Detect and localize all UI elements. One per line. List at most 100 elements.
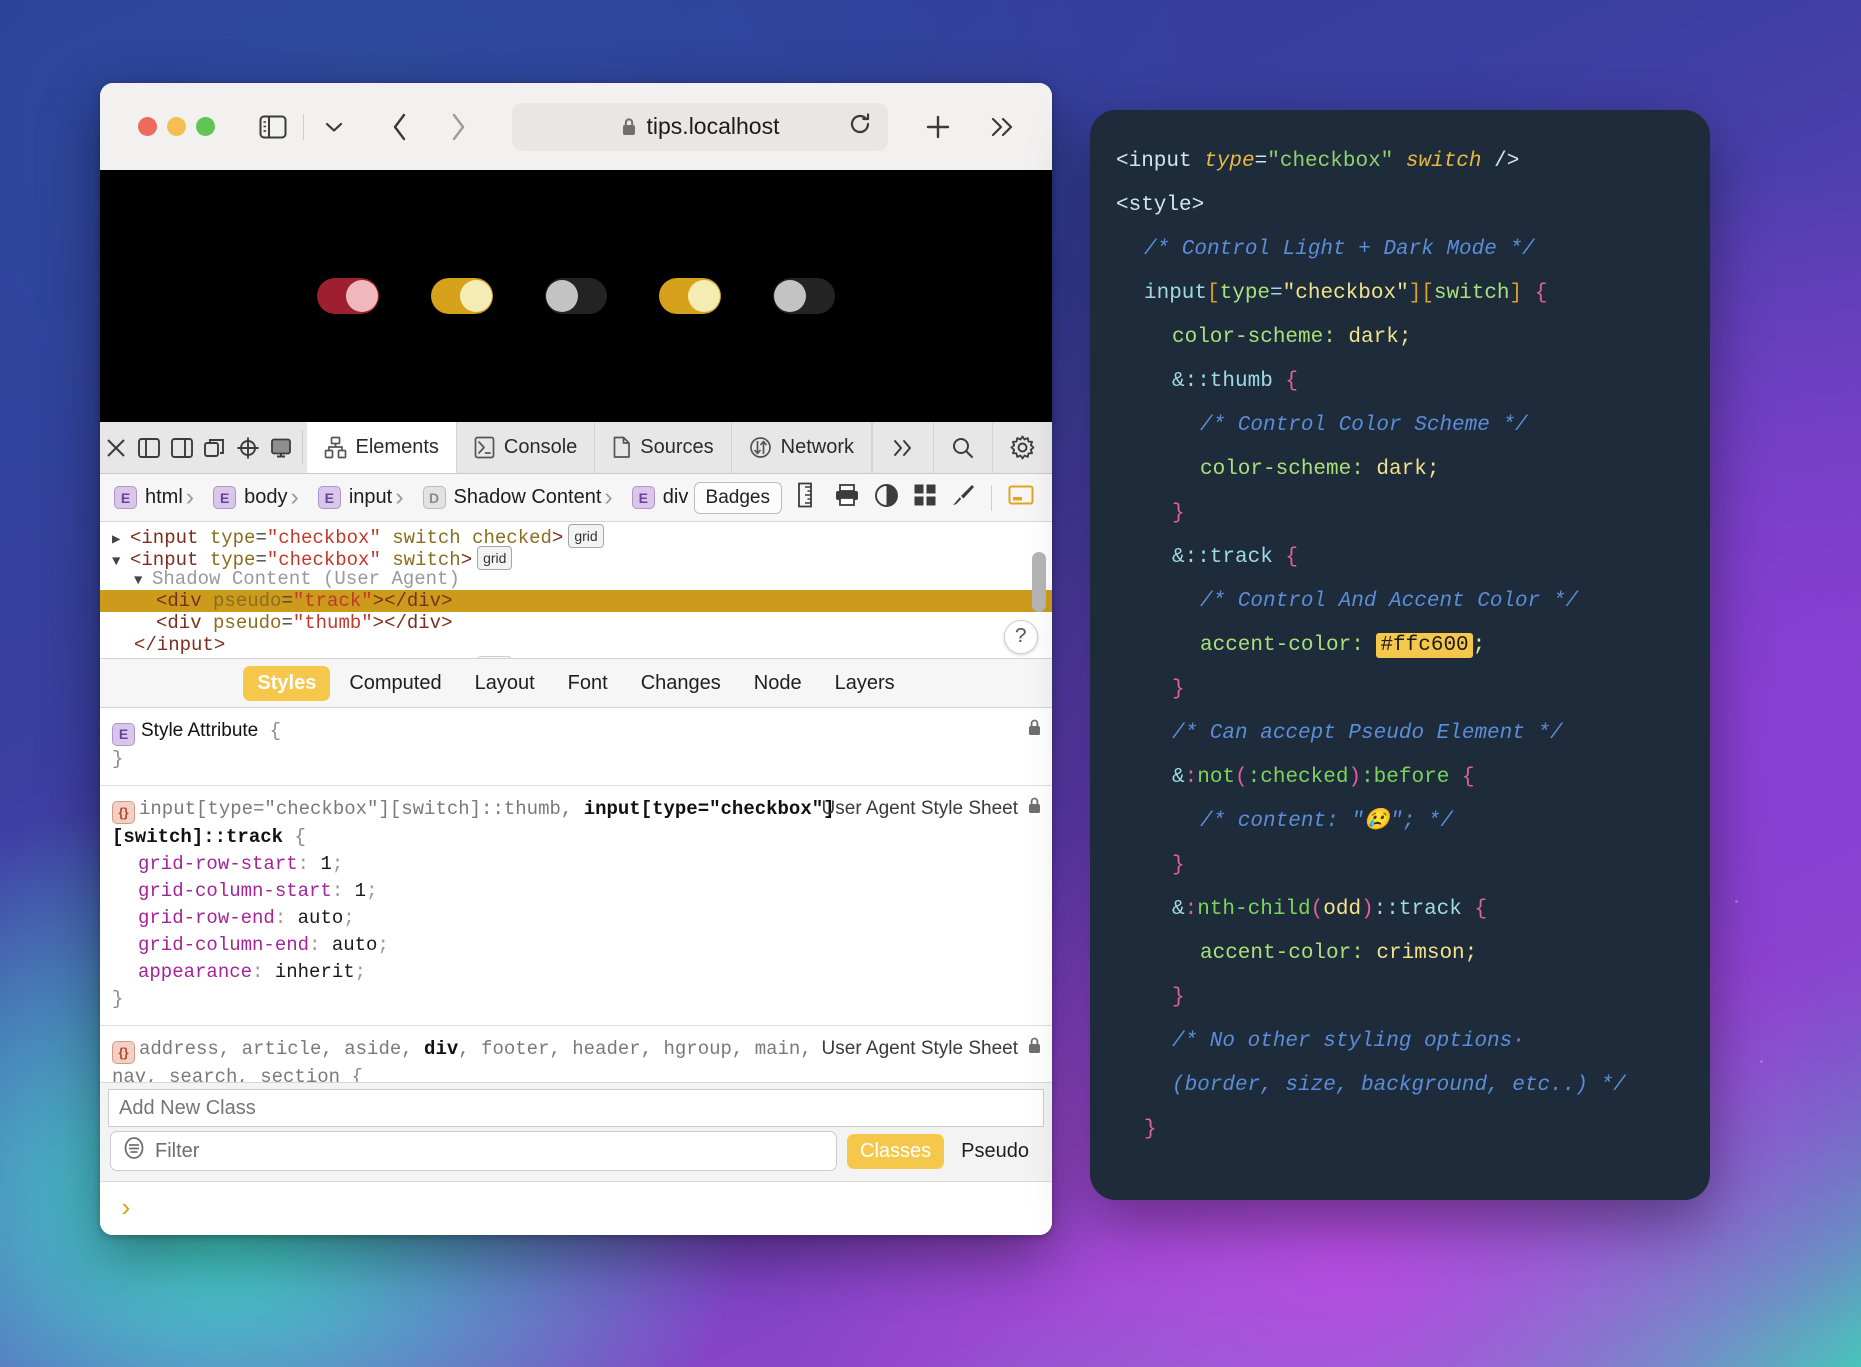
switch-4[interactable] xyxy=(659,278,721,314)
reload-icon[interactable] xyxy=(848,112,872,142)
switch-1[interactable] xyxy=(317,278,379,314)
minimize-window-button[interactable] xyxy=(167,117,186,136)
add-new-class-input[interactable] xyxy=(108,1089,1044,1127)
css-property[interactable]: grid-column-end xyxy=(138,934,309,956)
accent-color-value[interactable]: #ffc600 xyxy=(1376,633,1473,658)
dom-line-shadow[interactable]: ▼ Shadow Content (User Agent) xyxy=(100,568,1052,590)
css-property[interactable]: appearance xyxy=(138,961,252,983)
rule-user-agent-1[interactable]: {} input[type="checkbox"][switch]::thumb,… xyxy=(100,786,1052,1027)
zoom-window-button[interactable] xyxy=(196,117,215,136)
console-prompt-bar[interactable]: › xyxy=(100,1181,1052,1235)
css-property[interactable]: grid-row-end xyxy=(138,907,275,929)
dock-undock-icon[interactable] xyxy=(199,422,232,473)
code-line: <style> xyxy=(1116,194,1205,217)
rule-user-agent-2[interactable]: {} address, article, aside, div, footer, … xyxy=(100,1026,1052,1082)
code-line: } xyxy=(1172,986,1185,1009)
lock-icon xyxy=(621,117,637,137)
code-line: /* Control Light + Dark Mode */ xyxy=(1144,238,1535,261)
close-icon[interactable] xyxy=(100,422,133,473)
ruler-icon[interactable] xyxy=(796,482,820,513)
tab-console[interactable]: Console xyxy=(457,422,596,473)
breadcrumb-item-shadow-content[interactable]: D Shadow Content xyxy=(392,483,601,512)
switch-5[interactable] xyxy=(773,278,835,314)
tab-styles[interactable]: Styles xyxy=(243,665,331,701)
switch-2[interactable] xyxy=(431,278,493,314)
pill-pseudo[interactable]: Pseudo xyxy=(948,1134,1042,1169)
css-value[interactable]: auto xyxy=(298,907,344,929)
dom-line[interactable]: ▶<input type="checkbox" switch>grid xyxy=(100,656,1052,658)
navigation-buttons xyxy=(380,107,478,147)
filter-input[interactable]: Filter xyxy=(110,1131,838,1171)
contrast-icon[interactable] xyxy=(874,483,899,513)
dom-line[interactable]: <div pseudo="thumb"></div> xyxy=(100,612,1052,634)
gear-icon[interactable] xyxy=(992,422,1052,473)
dom-tree-scrollbar[interactable] xyxy=(1032,552,1046,612)
dom-line[interactable]: </input> xyxy=(100,634,1052,656)
code-line: color-scheme: dark; xyxy=(1172,326,1412,349)
address-bar-text: tips.localhost xyxy=(646,113,780,139)
css-value[interactable]: auto xyxy=(332,934,378,956)
tab-network[interactable]: Network xyxy=(732,422,872,473)
rule-style-attribute[interactable]: E Style Attribute { } xyxy=(100,708,1052,787)
css-value[interactable]: 1 xyxy=(320,853,331,875)
breadcrumb-item-div[interactable]: E div xyxy=(601,483,688,512)
tab-label: Console xyxy=(503,436,578,458)
back-icon[interactable] xyxy=(380,107,420,147)
dom-line[interactable]: ▼ <input type="checkbox" switch> grid xyxy=(100,546,1052,571)
dom-line-selected[interactable]: <div pseudo="track"></div> xyxy=(100,590,1052,612)
grid-badge[interactable]: grid xyxy=(477,656,513,658)
dom-tree[interactable]: ▶ <input type="checkbox" switch checked> g… xyxy=(100,522,1052,658)
css-property[interactable]: grid-column-start xyxy=(138,880,332,902)
tab-computed[interactable]: Computed xyxy=(335,666,455,701)
code-line: /* Control And Accent Color */ xyxy=(1200,590,1579,613)
lock-icon xyxy=(1027,796,1042,824)
print-icon[interactable] xyxy=(834,483,860,512)
disclosure-triangle-icon[interactable]: ▼ xyxy=(134,570,152,592)
paintbrush-icon[interactable] xyxy=(951,483,975,512)
dock-left-icon[interactable] xyxy=(133,422,166,473)
disclosure-triangle-icon[interactable]: ▼ xyxy=(112,551,130,573)
sources-icon xyxy=(612,436,631,459)
switch-thumb xyxy=(688,280,720,312)
dom-line[interactable]: ▶ <input type="checkbox" switch checked> g… xyxy=(100,524,1052,549)
tab-node[interactable]: Node xyxy=(740,666,816,701)
speck xyxy=(1760,1060,1763,1063)
css-value[interactable]: inherit xyxy=(275,961,355,983)
css-value[interactable]: 1 xyxy=(355,880,366,902)
pill-classes[interactable]: Classes xyxy=(847,1133,945,1169)
css-property[interactable]: grid-row-start xyxy=(138,853,298,875)
chevrons-right-icon[interactable] xyxy=(982,107,1022,147)
forward-icon[interactable] xyxy=(438,107,478,147)
layout-icon[interactable] xyxy=(1008,484,1034,511)
tab-sources[interactable]: Sources xyxy=(595,422,732,473)
help-badge[interactable]: ? xyxy=(1004,620,1038,654)
device-icon[interactable] xyxy=(265,422,298,473)
grid-icon[interactable] xyxy=(913,483,937,512)
close-window-button[interactable] xyxy=(138,117,157,136)
grid-badge[interactable]: grid xyxy=(568,524,604,548)
breadcrumb-item-html[interactable]: E html xyxy=(114,486,183,509)
tab-layers[interactable]: Layers xyxy=(821,666,909,701)
switch-3[interactable] xyxy=(545,278,607,314)
tab-layout[interactable]: Layout xyxy=(461,666,549,701)
address-bar[interactable]: tips.localhost xyxy=(512,102,888,151)
shadow-content-label: Shadow Content (User Agent) xyxy=(152,568,460,590)
plus-icon[interactable] xyxy=(918,107,958,147)
chevron-down-icon[interactable] xyxy=(314,107,354,147)
browser-titlebar: tips.localhost xyxy=(100,83,1052,170)
rule-title: Style Attribute xyxy=(141,720,259,741)
search-icon[interactable] xyxy=(933,422,992,473)
tab-changes[interactable]: Changes xyxy=(627,666,735,701)
inspect-icon[interactable] xyxy=(232,422,265,473)
breadcrumb-item-body[interactable]: E body xyxy=(183,483,288,512)
dock-right-icon[interactable] xyxy=(166,422,199,473)
styles-rules-list[interactable]: E Style Attribute { } {} input[type="check… xyxy=(100,708,1052,1082)
breadcrumb-item-input[interactable]: E input xyxy=(288,483,392,512)
grid-badge[interactable]: grid xyxy=(477,546,513,570)
shadow-badge: D xyxy=(422,486,446,509)
tab-elements[interactable]: Elements xyxy=(306,422,457,473)
sidebar-icon[interactable] xyxy=(253,107,293,147)
badges-button[interactable]: Badges xyxy=(693,481,782,514)
more-tabs-icon[interactable] xyxy=(872,422,933,473)
tab-font[interactable]: Font xyxy=(554,666,622,701)
